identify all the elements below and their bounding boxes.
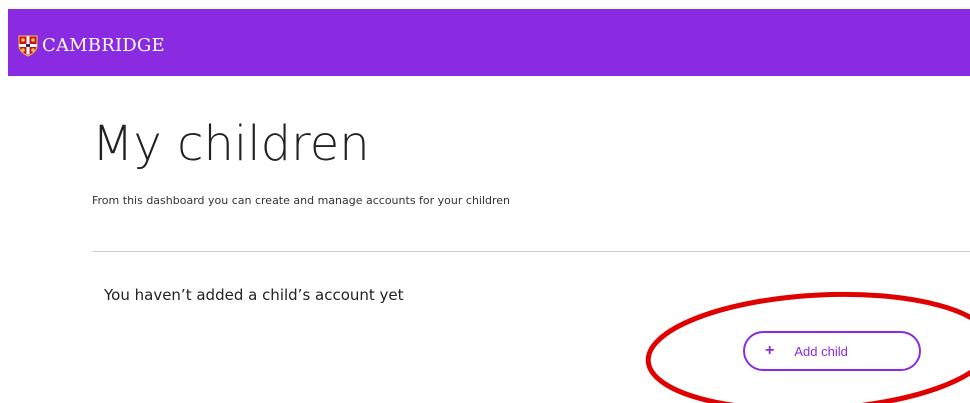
main-content: My children From this dashboard you can … bbox=[92, 120, 970, 207]
top-bar: CAMBRIDGE bbox=[8, 9, 970, 76]
divider bbox=[92, 251, 970, 252]
brand-name: CAMBRIDGE bbox=[42, 35, 165, 56]
cambridge-crest-icon bbox=[18, 35, 38, 57]
add-child-label: Add child bbox=[794, 343, 848, 359]
add-child-button[interactable]: + Add child bbox=[743, 331, 921, 371]
empty-state-message: You haven’t added a child’s account yet bbox=[104, 286, 404, 304]
plus-icon: + bbox=[765, 342, 775, 359]
page-subtitle: From this dashboard you can create and m… bbox=[92, 194, 511, 207]
page-title: My children bbox=[92, 116, 370, 172]
brand-logo[interactable]: CAMBRIDGE bbox=[18, 35, 165, 57]
page: CAMBRIDGE My children From this dashboar… bbox=[0, 0, 970, 403]
